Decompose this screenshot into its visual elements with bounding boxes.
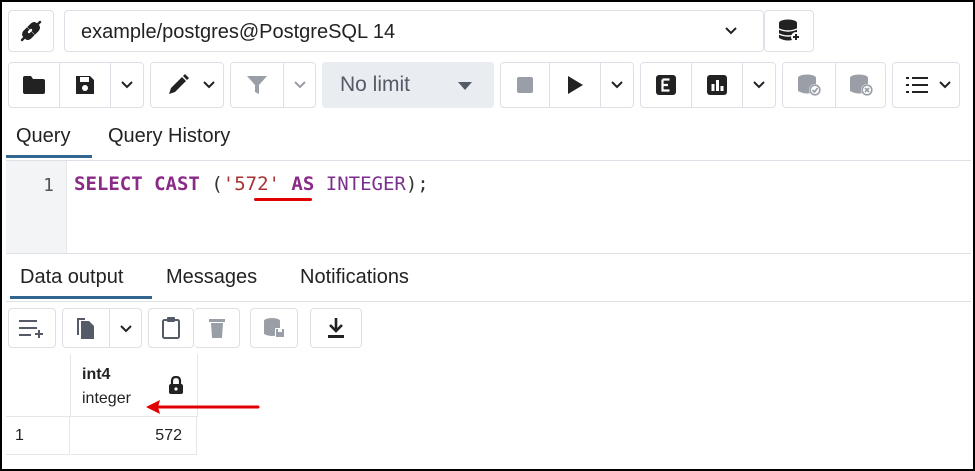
pen-icon [169, 74, 189, 94]
output-toolbar [8, 308, 408, 350]
query-toolbar: No limit [8, 62, 968, 108]
type-integer: INTEGER [325, 173, 406, 195]
explain-options[interactable] [743, 63, 775, 107]
close-paren: ); [405, 173, 429, 195]
explain-icon [656, 75, 676, 95]
add-row-icon [19, 320, 43, 338]
connection-select[interactable]: example/postgres@PostgreSQL 14 [64, 10, 764, 52]
file-group [8, 62, 144, 108]
chevron-down-icon [120, 325, 132, 333]
row-limit-label: No limit [340, 73, 411, 96]
save-options-button[interactable] [111, 63, 143, 107]
tab-notifications[interactable]: Notifications [290, 255, 419, 299]
plug-icon [20, 20, 42, 42]
save-file-button[interactable] [60, 63, 110, 107]
tab-data-output[interactable]: Data output [10, 255, 152, 299]
grid-corner[interactable] [6, 354, 71, 417]
save-icon [76, 76, 94, 94]
row-number[interactable]: 1 [6, 417, 70, 455]
filter-icon [247, 76, 267, 94]
connection-status-button[interactable] [8, 10, 54, 52]
chevron-down-icon [725, 27, 737, 35]
delete-icon [208, 319, 225, 338]
chevron-down-icon [121, 81, 133, 89]
chevron-down-icon [611, 81, 623, 89]
keyword-cast: CAST [154, 173, 200, 195]
literal-underline-annotation [254, 198, 312, 201]
tab-query-history[interactable]: Query History [98, 114, 240, 158]
line-number: 1 [43, 175, 54, 196]
macros-icon-wrap [899, 63, 935, 107]
editor-gutter: 1 [6, 161, 67, 253]
edit-group[interactable] [150, 62, 224, 108]
macros-button[interactable] [892, 62, 960, 108]
column-type: integer [82, 390, 131, 407]
explain-analyze-button[interactable] [692, 63, 742, 107]
cancel-query-button[interactable] [501, 63, 549, 107]
stop-icon [517, 77, 533, 93]
chevron-down-icon [203, 81, 215, 89]
edit-options[interactable] [197, 63, 221, 107]
explain-group [640, 62, 776, 108]
sql-editor[interactable]: 1 SELECT CAST ('572' AS INTEGER); [6, 161, 971, 254]
sql-code-line[interactable]: SELECT CAST ('572' AS INTEGER); [74, 173, 429, 195]
rollback-icon [850, 74, 873, 96]
column-name: int4 [82, 366, 111, 383]
explain-button[interactable] [641, 63, 691, 107]
tab-messages[interactable]: Messages [156, 255, 267, 299]
pgadmin-query-tool: example/postgres@PostgreSQL 14 No limit … [0, 0, 975, 471]
copy-button[interactable] [62, 308, 142, 348]
chevron-down-icon [939, 81, 951, 89]
row-limit-select[interactable]: No limit [322, 62, 494, 108]
database-icon [778, 19, 801, 42]
filter-options[interactable] [284, 63, 316, 107]
keyword-select: SELECT [74, 173, 143, 195]
filter-button[interactable] [231, 63, 283, 107]
caret-down-icon [458, 82, 472, 90]
chevron-down-icon [753, 81, 765, 89]
delete-row-button[interactable] [194, 308, 240, 348]
save-data-icon [264, 318, 285, 338]
commit-icon [798, 74, 821, 96]
play-icon [568, 76, 583, 94]
transaction-group [782, 62, 886, 108]
explain-analyze-icon [707, 75, 727, 95]
download-icon [328, 318, 344, 338]
lock-icon [169, 376, 183, 394]
add-row-button[interactable] [8, 308, 56, 348]
connection-label: example/postgres@PostgreSQL 14 [81, 21, 396, 43]
arrow-annotation-icon [146, 400, 260, 414]
new-connection-button[interactable] [764, 10, 814, 52]
paste-icon [162, 317, 180, 339]
folder-icon [23, 76, 45, 94]
macros-icon [906, 77, 928, 93]
connection-row: example/postgres@PostgreSQL 14 [8, 10, 828, 52]
string-literal: '572' [222, 173, 280, 195]
execute-group [500, 62, 634, 108]
download-button[interactable] [310, 308, 362, 348]
edit-button[interactable] [155, 63, 201, 107]
save-data-button[interactable] [250, 308, 298, 348]
keyword-as: AS [291, 173, 315, 195]
macros-chevron-wrap [933, 63, 957, 107]
output-tabs: Data output Messages Notifications [6, 255, 971, 302]
result-cell[interactable]: 572 [71, 417, 197, 455]
paste-button[interactable] [148, 308, 194, 348]
execute-options[interactable] [601, 63, 633, 107]
filter-group [230, 62, 316, 108]
tab-query[interactable]: Query [6, 114, 92, 158]
open-paren: ( [211, 173, 223, 195]
copy-icon [77, 318, 94, 339]
query-tabs: Query Query History [6, 114, 971, 161]
execute-button[interactable] [550, 63, 600, 107]
rollback-button[interactable] [836, 63, 886, 107]
open-file-button[interactable] [9, 63, 59, 107]
chevron-down-icon [294, 81, 306, 89]
commit-button[interactable] [783, 63, 835, 107]
